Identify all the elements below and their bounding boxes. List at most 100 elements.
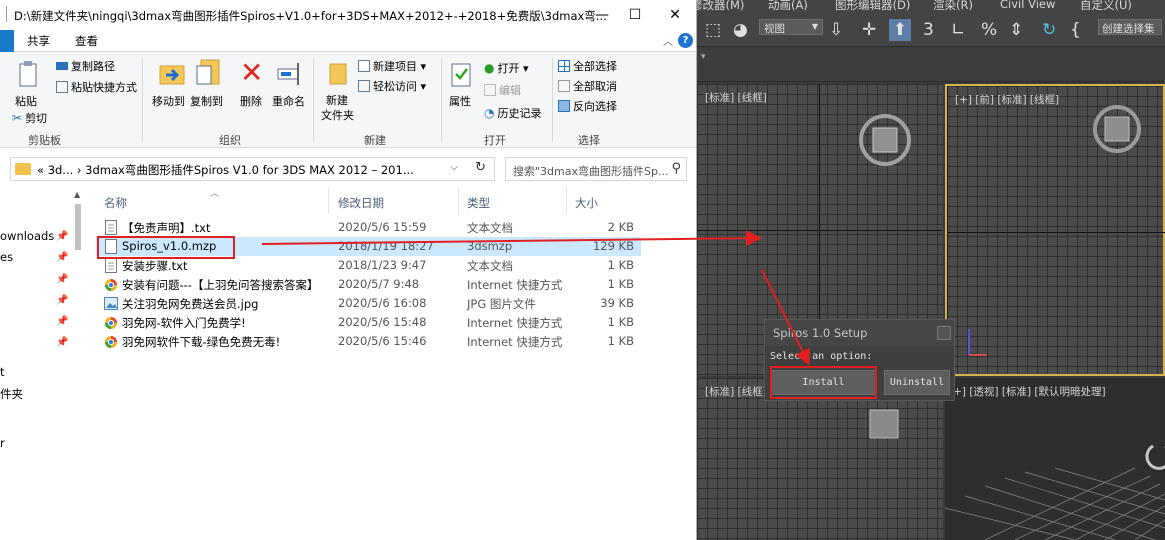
- menu-customize[interactable]: 自定义(U): [1080, 0, 1132, 13]
- edit-button[interactable]: 编辑: [484, 82, 521, 98]
- menu-modifiers[interactable]: 修改器(M): [697, 0, 744, 13]
- table-row[interactable]: 羽免网-软件入门免费学! 2020/5/6 15:48 Internet 快捷方式 1…: [96, 313, 641, 332]
- named-selection-set-dropdown[interactable]: 创建选择集: [1098, 19, 1162, 35]
- open-button[interactable]: ● 打开 ▾: [484, 60, 529, 76]
- delete-button[interactable]: 删除: [240, 93, 262, 109]
- column-size[interactable]: 大小: [575, 195, 598, 211]
- column-type[interactable]: 类型: [467, 195, 490, 211]
- viewport-top-label[interactable]: [标准] [线框]: [705, 90, 767, 105]
- new-item-button[interactable]: 新建项目 ▾: [358, 58, 426, 74]
- highlight-box-file: [97, 236, 235, 259]
- scroll-up-icon[interactable]: ▲: [74, 190, 80, 199]
- invert-selection-button[interactable]: 反向选择: [558, 98, 617, 114]
- nav-item-folder[interactable]: 件夹: [0, 386, 23, 402]
- viewcube-left-icon[interactable]: [862, 408, 902, 448]
- pivot-icon[interactable]: ⇩: [829, 19, 843, 41]
- nav-scrollbar[interactable]: ▲: [72, 188, 84, 540]
- history-button[interactable]: ◔ 历史记录: [484, 105, 541, 121]
- reference-coordinate-dropdown[interactable]: 视图 ▼: [759, 19, 823, 35]
- paste-shortcut-button[interactable]: 粘贴快捷方式: [56, 79, 137, 95]
- scroll-thumb[interactable]: [75, 204, 81, 250]
- menu-graph-editors[interactable]: 图形编辑器(D): [835, 0, 910, 13]
- table-row[interactable]: 【免责声明】.txt 2020/5/6 15:59 文本文档 2 KB: [96, 218, 641, 237]
- cut-button[interactable]: ✂ 剪切: [12, 110, 47, 126]
- nav-item-r[interactable]: r: [0, 436, 5, 450]
- spinner-snap-icon[interactable]: ⇕: [1009, 19, 1023, 41]
- edit-named-selection-icon[interactable]: ↻: [1042, 19, 1056, 41]
- select-manipulate-icon[interactable]: ⬆: [889, 19, 911, 41]
- angle-snap-icon[interactable]: ∟: [951, 19, 965, 41]
- column-name[interactable]: 名称: [104, 195, 127, 211]
- nav-item-files[interactable]: es: [0, 250, 13, 264]
- select-region-icon[interactable]: ⬚: [705, 19, 721, 41]
- maximize-button[interactable]: ☐: [617, 4, 653, 26]
- nav-item-t[interactable]: t: [0, 365, 5, 379]
- percent-snap-icon[interactable]: %: [981, 19, 997, 41]
- column-separator[interactable]: [566, 188, 567, 214]
- copy-to-button[interactable]: 复制到: [190, 93, 223, 109]
- select-filter-icon[interactable]: ◕: [733, 19, 748, 41]
- move-icon[interactable]: ✛: [862, 19, 876, 41]
- copy-to-icon[interactable]: [195, 58, 225, 88]
- rename-icon[interactable]: [276, 60, 304, 88]
- minimize-button[interactable]: —: [584, 4, 620, 26]
- address-bar[interactable]: « 3d... › 3dmax弯曲图形插件Spiros V1.0 for 3DS…: [10, 157, 495, 181]
- nav-item-downloads[interactable]: ownloads: [0, 229, 54, 243]
- menu-animation[interactable]: 动画(A): [768, 0, 808, 13]
- new-folder-label-1[interactable]: 新建: [326, 92, 348, 108]
- new-item-label: 新建项目 ▾: [373, 60, 427, 73]
- dialog-close-button[interactable]: [937, 326, 951, 340]
- tab-share[interactable]: 共享: [27, 33, 50, 49]
- tab-view[interactable]: 查看: [75, 33, 98, 49]
- delete-icon[interactable]: ✕: [240, 56, 263, 89]
- table-row[interactable]: 关注羽免网免费送会员.jpg 2020/5/6 16:08 JPG 图片文件 39 K…: [96, 294, 641, 313]
- viewport-left[interactable]: [标准] [线框]: [697, 378, 943, 540]
- select-none-button[interactable]: 全部取消: [558, 78, 617, 94]
- tab-file[interactable]: [0, 30, 14, 52]
- new-folder-icon[interactable]: [328, 60, 348, 86]
- dialog-header[interactable]: Spiros 1.0 Setup: [765, 320, 954, 346]
- column-separator[interactable]: [328, 188, 329, 214]
- window-title-path: D:\新建文件夹\ningqi\3dmax弯曲图形插件Spiros+V1.0+f…: [14, 9, 607, 23]
- table-row[interactable]: 安装有问题---【上羽免问答搜索答案】 2020/5/7 9:48 Internet…: [96, 275, 641, 294]
- menu-civil-view[interactable]: Civil View: [1000, 0, 1055, 11]
- close-button[interactable]: ✕: [657, 4, 693, 26]
- viewport-perspective[interactable]: [+] [透视] [标准] [默认明暗处理]: [945, 378, 1165, 540]
- viewport-left-label[interactable]: [标准] [线框]: [705, 384, 767, 399]
- select-all-button[interactable]: 全部选择: [558, 58, 617, 74]
- brace-icon[interactable]: {: [1070, 19, 1081, 41]
- rename-button[interactable]: 重命名: [272, 93, 305, 109]
- ribbon-collapse-icon[interactable]: ︿: [663, 33, 673, 48]
- viewcube-top-icon[interactable]: [855, 110, 915, 170]
- properties-icon[interactable]: [450, 60, 472, 88]
- pin-icon[interactable]: 📌: [56, 316, 68, 327]
- column-header: ︿ 名称 修改日期 类型 大小: [96, 188, 696, 214]
- chevron-down-icon[interactable]: ⌵: [450, 162, 458, 173]
- column-date[interactable]: 修改日期: [338, 195, 384, 211]
- snap-3d-icon[interactable]: 3: [923, 19, 934, 41]
- pin-icon[interactable]: 📌: [56, 274, 68, 285]
- pin-icon[interactable]: 📌: [56, 295, 68, 306]
- pin-icon[interactable]: 📌: [56, 231, 68, 242]
- properties-button[interactable]: 属性: [449, 93, 471, 109]
- search-icon[interactable]: ⚲: [671, 161, 681, 176]
- uninstall-button[interactable]: Uninstall: [884, 370, 950, 395]
- address-path[interactable]: « 3d... › 3dmax弯曲图形插件Spiros V1.0 for 3DS…: [37, 162, 414, 178]
- new-folder-label-2[interactable]: 文件夹: [321, 107, 354, 123]
- move-to-icon[interactable]: [158, 60, 188, 88]
- column-separator[interactable]: [458, 188, 459, 214]
- paste-button[interactable]: 粘贴: [15, 93, 37, 109]
- copy-path-button[interactable]: 复制路径: [56, 58, 115, 74]
- help-icon[interactable]: ?: [678, 33, 693, 48]
- menu-rendering[interactable]: 渲染(R): [933, 0, 973, 13]
- small-arrow-icon[interactable]: ▾: [701, 52, 706, 62]
- pin-icon[interactable]: 📌: [56, 337, 68, 348]
- table-row[interactable]: 羽免网软件下载-绿色免费无毒! 2020/5/6 15:46 Internet 快捷…: [96, 332, 641, 351]
- pin-icon[interactable]: 📌: [56, 252, 68, 263]
- search-input[interactable]: 搜索"3dmax弯曲图形插件Sp... ⚲: [505, 157, 687, 181]
- refresh-icon[interactable]: ↻: [475, 160, 486, 175]
- viewport-perspective-label[interactable]: [+] [透视] [标准] [默认明暗处理]: [949, 384, 1106, 399]
- easy-access-button[interactable]: 轻松访问 ▾: [358, 78, 426, 94]
- move-to-button[interactable]: 移动到: [152, 93, 185, 109]
- paste-icon[interactable]: [18, 60, 38, 88]
